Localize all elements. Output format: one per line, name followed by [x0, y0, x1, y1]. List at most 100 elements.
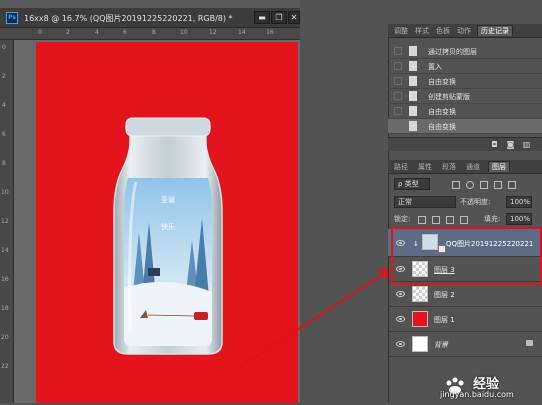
minimize-button[interactable]: ▬ [254, 11, 270, 24]
visibility-eye-icon[interactable] [396, 341, 405, 347]
ruler-top[interactable]: 0 2 4 6 8 10 12 14 16 [0, 28, 300, 40]
tab-history[interactable]: 历史记录 [477, 25, 513, 36]
type-filter-icon[interactable] [480, 181, 488, 189]
layer-filter-row: ρ 类型 [388, 176, 542, 192]
layer-thumbnail [412, 311, 428, 327]
layer-thumbnail [412, 336, 428, 352]
history-item-label: 自由变换 [428, 108, 456, 116]
tab-swatches[interactable]: 色板 [436, 26, 450, 36]
layer-filter-select[interactable]: ρ 类型 [394, 178, 430, 190]
close-button[interactable]: ✕ [288, 11, 300, 24]
bottle-text-line2: 快乐 [161, 222, 175, 231]
smart-object-filter-icon[interactable] [508, 181, 516, 189]
restore-button[interactable]: ❐ [271, 11, 287, 24]
history-checkbox[interactable] [394, 92, 402, 100]
ruler-tick: 10 [1, 189, 9, 196]
lock-row: 锁定: 填充: 100% [388, 211, 542, 227]
ruler-tick: 16 [1, 276, 9, 283]
lock-pixels-icon[interactable] [432, 216, 440, 224]
layer-name: 图层 2 [434, 291, 455, 299]
lock-position-icon[interactable] [446, 216, 454, 224]
history-checkbox[interactable] [394, 62, 402, 70]
opacity-input[interactable]: 100% [506, 196, 532, 208]
history-item-active[interactable]: 自由变换 [388, 119, 542, 134]
document-icon [409, 76, 417, 86]
history-item-label: 创建剪贴蒙版 [428, 93, 470, 101]
ruler-tick: 16 [266, 29, 274, 36]
tab-styles[interactable]: 样式 [415, 26, 429, 36]
ruler-tick: 4 [95, 29, 99, 36]
ruler-tick: 2 [2, 73, 6, 80]
tab-channels[interactable]: 通道 [466, 162, 480, 172]
shape-filter-icon[interactable] [494, 181, 502, 189]
history-panel-tabs: 调整 样式 色板 动作 历史记录 [388, 24, 542, 38]
ruler-left[interactable]: 0 2 4 6 8 10 12 14 16 18 20 22 [0, 40, 14, 403]
photoshop-icon: Ps [6, 12, 18, 24]
tab-paragraph[interactable]: 段落 [442, 162, 456, 172]
trash-icon[interactable]: ▥ [522, 140, 531, 149]
ruler-tick: 8 [2, 160, 6, 167]
history-item[interactable]: 自由变换 [388, 104, 542, 119]
tab-layers[interactable]: 图层 [488, 161, 510, 172]
history-item-label: 自由变换 [428, 78, 456, 86]
history-checkbox[interactable] [394, 122, 402, 130]
ruler-tick: 0 [38, 29, 42, 36]
lock-label: 锁定: [394, 215, 411, 223]
document-icon [409, 61, 417, 71]
blend-mode-select[interactable]: 正常 [394, 196, 456, 208]
history-item[interactable]: 通过拷贝的图层 [388, 44, 542, 59]
lock-transparency-icon[interactable] [418, 216, 426, 224]
tab-actions[interactable]: 动作 [457, 26, 471, 36]
history-checkbox[interactable] [394, 47, 402, 55]
history-item-label: 自由变换 [428, 123, 456, 131]
fill-input[interactable]: 100% [506, 213, 532, 225]
ruler-tick: 6 [2, 131, 6, 138]
annotation-arrow [235, 266, 394, 371]
layer-name: 图层 1 [434, 316, 455, 324]
watermark-url: jingyan.baidu.com [440, 390, 514, 399]
ruler-tick: 0 [2, 44, 6, 51]
document-icon [409, 91, 417, 101]
blend-row: 正常 不透明度: 100% [388, 194, 542, 210]
layers-panel-tabs: 路径 属性 段落 通道 图层 [388, 160, 542, 174]
ruler-tick: 14 [1, 247, 9, 254]
history-checkbox[interactable] [394, 107, 402, 115]
bottle-text-line1: 圣诞 [161, 195, 175, 204]
visibility-eye-icon[interactable] [396, 291, 405, 297]
ruler-tick: 20 [1, 334, 9, 341]
opacity-label: 不透明度: [460, 198, 491, 206]
history-item[interactable]: 自由变换 [388, 74, 542, 89]
ruler-tick: 8 [152, 29, 156, 36]
ruler-tick: 6 [123, 29, 127, 36]
document-icon [409, 121, 417, 131]
ruler-tick: 12 [209, 29, 217, 36]
layer-row[interactable]: 图层 2 [388, 282, 542, 307]
ruler-tick: 4 [2, 102, 6, 109]
pixel-filter-icon[interactable] [452, 181, 460, 189]
snapshot-icon[interactable]: ◘ [490, 140, 499, 149]
tab-properties[interactable]: 属性 [418, 162, 432, 172]
ruler-tick: 22 [1, 363, 9, 370]
ruler-tick: 2 [66, 29, 70, 36]
document-title-bar[interactable]: Ps 16xx8 @ 16.7% (QQ图片20191225220221, RG… [0, 8, 300, 28]
document-icon [409, 106, 417, 116]
ruler-tick: 14 [238, 29, 246, 36]
lock-all-icon[interactable] [460, 216, 468, 224]
history-item-label: 通过拷贝的图层 [428, 48, 477, 56]
tab-paths[interactable]: 路径 [394, 162, 408, 172]
history-item[interactable]: 创建剪贴蒙版 [388, 89, 542, 104]
document-icon [409, 46, 417, 56]
fill-label: 填充: [484, 215, 501, 223]
history-item[interactable]: 置入 [388, 59, 542, 74]
tab-adjustments[interactable]: 调整 [394, 26, 408, 36]
document-title: 16xx8 @ 16.7% (QQ图片20191225220221, RGB/8… [24, 14, 233, 23]
layer-thumbnail [412, 286, 428, 302]
layer-row[interactable]: 图层 1 [388, 307, 542, 332]
ruler-tick: 12 [1, 218, 9, 225]
layer-row[interactable]: 背景 [388, 332, 542, 357]
adjustment-filter-icon[interactable] [466, 181, 474, 189]
camera-icon[interactable]: ◙ [506, 140, 515, 149]
history-bottom-bar: ◘ ◙ ▥ [388, 137, 542, 151]
visibility-eye-icon[interactable] [396, 316, 405, 322]
history-checkbox[interactable] [394, 77, 402, 85]
